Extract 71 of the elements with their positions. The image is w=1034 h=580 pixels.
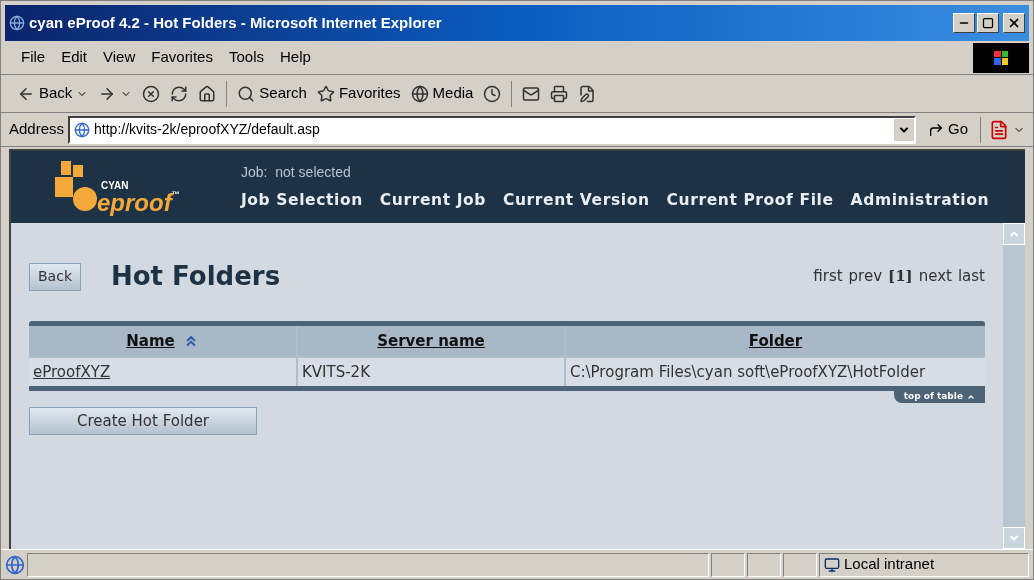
mail-button[interactable]	[522, 84, 541, 103]
job-status: Job: not selected	[241, 162, 352, 182]
refresh-icon	[170, 84, 189, 103]
address-field[interactable]: http://kvits-2k/eproofXYZ/default.asp	[68, 115, 916, 144]
toolbar-button[interactable]: Favorites	[316, 82, 401, 105]
status-pane	[711, 552, 745, 577]
create-hot-folder-button[interactable]: Create Hot Folder	[29, 407, 257, 435]
close-button[interactable]	[1003, 13, 1025, 33]
nav-link[interactable]: Current Proof File	[666, 188, 834, 213]
document-icon	[989, 119, 1009, 140]
pagination-link[interactable]: prev	[848, 265, 883, 288]
go-button[interactable]: Go	[920, 118, 976, 141]
menu-item[interactable]: Edit	[53, 46, 96, 69]
column-header[interactable]: Server name	[298, 326, 564, 356]
printer-icon	[550, 84, 569, 103]
clock-button[interactable]	[483, 84, 502, 103]
star-icon	[316, 84, 335, 103]
nav-link[interactable]: Job Selection	[241, 188, 363, 213]
nav-link[interactable]: Current Job	[379, 188, 486, 213]
search-icon	[237, 84, 256, 103]
pagination-link[interactable]: first	[813, 265, 843, 288]
maximize-button[interactable]	[977, 13, 999, 33]
page-heading: Hot Folders	[111, 260, 281, 293]
back-button[interactable]: Back	[29, 262, 81, 291]
edit-button[interactable]	[578, 84, 597, 103]
mail-icon	[522, 84, 541, 103]
logo: CYAN eproof™	[53, 159, 203, 215]
caret-up-icon	[967, 393, 975, 401]
menu-item[interactable]: Favorites	[143, 46, 221, 69]
nav-link[interactable]: Current Version	[503, 188, 650, 213]
maximize-icon	[982, 17, 994, 29]
dropdown-button[interactable]	[894, 118, 914, 141]
edit-icon	[578, 84, 597, 103]
toolbar-button[interactable]: Back	[17, 82, 89, 105]
pagination-link[interactable]: next	[918, 265, 952, 288]
home-button[interactable]	[198, 84, 217, 103]
windows-logo-icon	[973, 42, 1029, 73]
page-icon	[5, 554, 25, 575]
menu-item[interactable]: File	[13, 46, 54, 69]
pagination-link[interactable]: [1]	[888, 265, 913, 288]
refresh-button[interactable]	[170, 84, 189, 103]
toolbar-button[interactable]: Media	[410, 82, 474, 105]
stop-icon	[142, 84, 161, 103]
nav-link[interactable]: Administration	[850, 188, 990, 213]
table-cell: KVITS-2K	[298, 358, 564, 386]
close-icon	[1007, 16, 1021, 30]
address-label: Address	[9, 119, 65, 140]
clock-icon	[483, 84, 502, 103]
status-pane	[783, 552, 817, 577]
column-header[interactable]: Folder	[566, 326, 985, 356]
table-link[interactable]: eProofXYZ	[29, 358, 296, 386]
network-icon	[824, 556, 840, 573]
menu-item[interactable]: Tools	[220, 46, 272, 69]
globe-icon	[410, 84, 429, 103]
browser-icon	[9, 15, 25, 31]
menu-item[interactable]: View	[95, 46, 144, 69]
status-pane	[747, 552, 781, 577]
column-header[interactable]: Name	[29, 326, 296, 356]
toolbar-button[interactable]: Search	[237, 82, 307, 105]
stop-button[interactable]	[142, 84, 161, 103]
table-cell: C:\Program Files\cyan soft\eProofXYZ\HotFolder	[566, 358, 985, 386]
window-title: cyan eProof 4.2 - Hot Folders - Microsoft Internet Explorer	[29, 12, 443, 33]
security-zone: Local intranet	[844, 554, 935, 575]
pagination-link[interactable]: last	[957, 265, 985, 288]
minimize-button[interactable]	[953, 13, 975, 33]
page-icon	[74, 121, 91, 138]
menu-item[interactable]: Help	[272, 46, 319, 69]
go-arrow-icon	[928, 121, 944, 138]
home-icon	[198, 84, 217, 103]
printer-button[interactable]	[550, 84, 569, 103]
top-of-table-link[interactable]: top of table	[893, 391, 985, 403]
